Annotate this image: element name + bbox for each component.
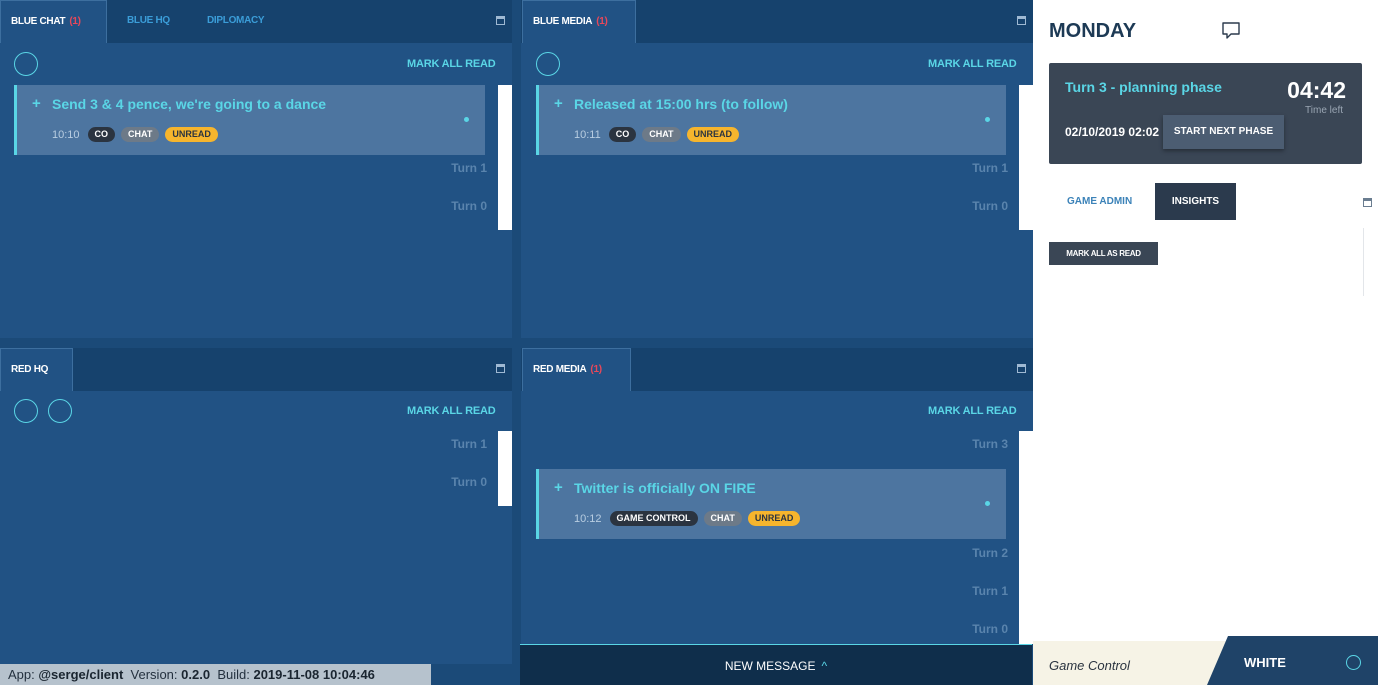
tab-red-media[interactable]: RED MEDIA (1): [522, 348, 631, 391]
type-badge: CHAT: [703, 511, 742, 526]
unread-count: (1): [590, 364, 602, 375]
app-name: @serge/client: [38, 667, 124, 682]
phase-panel: Turn 3 - planning phase 04:42 Time left …: [1049, 63, 1362, 164]
minimize-icon[interactable]: [496, 364, 505, 373]
minimize-icon[interactable]: [1363, 198, 1372, 207]
expand-icon[interactable]: +: [554, 479, 563, 496]
type-badge: CHAT: [642, 127, 681, 142]
blue-media-panel: BLUE MEDIA (1) MARK ALL READ + Released a…: [521, 0, 1033, 338]
tab-blue-hq[interactable]: BLUE HQ: [117, 0, 180, 43]
force-name-area: Game Control: [1033, 641, 1233, 685]
scroll-divider: [1363, 228, 1364, 296]
role-filter-icon[interactable]: [14, 399, 38, 423]
role-selector[interactable]: WHITE: [1207, 636, 1378, 685]
sender-badge: GAME CONTROL: [609, 511, 698, 526]
message-title: Released at 15:00 hrs (to follow): [574, 96, 788, 112]
message-item[interactable]: + Send 3 & 4 pence, we're going to a dan…: [14, 85, 485, 155]
message-time: 10:10: [52, 128, 80, 141]
new-message-label: NEW MESSAGE: [724, 659, 816, 673]
start-next-phase-button[interactable]: START NEXT PHASE: [1163, 115, 1284, 149]
turn-marker: Turn 2: [972, 546, 1008, 560]
chat-bubble-icon[interactable]: [1221, 21, 1241, 41]
type-badge: CHAT: [121, 127, 160, 142]
mark-all-read-link[interactable]: MARK ALL READ: [407, 405, 496, 417]
minimize-icon[interactable]: [1017, 16, 1026, 25]
tab-bar: [0, 348, 512, 391]
tab-game-admin[interactable]: GAME ADMIN: [1055, 183, 1144, 220]
tab-diplomacy[interactable]: DIPLOMACY: [197, 0, 274, 43]
sender-badge: CO: [87, 127, 116, 142]
message-meta: 10:12 GAME CONTROL CHAT UNREAD: [574, 511, 801, 526]
turn-marker: Turn 0: [451, 199, 487, 213]
unread-dot-icon: [464, 117, 469, 122]
role-filter-icon[interactable]: [536, 52, 560, 76]
turn-marker: Turn 1: [972, 584, 1008, 598]
scrollbar[interactable]: [498, 431, 512, 506]
turn-marker: Turn 0: [451, 475, 487, 489]
minimize-icon[interactable]: [496, 16, 505, 25]
blue-chat-panel: BLUE CHAT (1) BLUE HQ DIPLOMACY MARK ALL …: [0, 0, 512, 338]
red-hq-panel: RED HQ MARK ALL READ Turn 1 Turn 0: [0, 348, 512, 664]
unread-badge: UNREAD: [165, 127, 218, 142]
role-icon: [1346, 655, 1361, 670]
turn-marker: Turn 3: [972, 437, 1008, 451]
game-date: 02/10/2019 02:02: [1065, 125, 1160, 139]
tab-red-hq[interactable]: RED HQ: [0, 348, 73, 391]
mark-all-read-link[interactable]: MARK ALL READ: [928, 58, 1017, 70]
time-left-value: 04:42: [1287, 77, 1346, 103]
scrollbar[interactable]: [1019, 85, 1033, 230]
force-name: Game Control: [1049, 658, 1130, 673]
message-meta: 10:10 CO CHAT UNREAD: [52, 127, 218, 142]
turn-marker: Turn 1: [451, 437, 487, 451]
unread-dot-icon: [985, 501, 990, 506]
message-time: 10:11: [574, 128, 601, 141]
turn-marker: Turn 1: [972, 161, 1008, 175]
message-title: Send 3 & 4 pence, we're going to a dance: [52, 96, 327, 112]
tab-blue-chat[interactable]: BLUE CHAT (1): [0, 0, 107, 43]
game-day: MONDAY: [1049, 20, 1137, 42]
chevron-up-icon: ^: [821, 659, 828, 673]
role-filter-icon[interactable]: [48, 399, 72, 423]
unread-count: (1): [596, 16, 608, 27]
message-time: 10:12: [574, 512, 602, 525]
turn-marker: Turn 0: [972, 199, 1008, 213]
mark-all-as-read-button[interactable]: MARK ALL AS READ: [1049, 242, 1158, 265]
minimize-icon[interactable]: [1017, 364, 1026, 373]
unread-dot-icon: [985, 117, 990, 122]
red-media-panel: RED MEDIA (1) MARK ALL READ Turn 3 + Twit…: [521, 348, 1033, 644]
message-item[interactable]: + Twitter is officially ON FIRE 10:12 GA…: [536, 469, 1006, 539]
role-filter-icon[interactable]: [14, 52, 38, 76]
time-left-label: Time left: [1305, 105, 1343, 116]
message-meta: 10:11 CO CHAT UNREAD: [574, 127, 740, 142]
mark-all-read-link[interactable]: MARK ALL READ: [407, 58, 496, 70]
scrollbar[interactable]: [498, 85, 512, 230]
unread-badge: UNREAD: [747, 511, 801, 526]
scrollbar[interactable]: [1019, 431, 1033, 644]
app-build: 2019-11-08 10:04:46: [253, 667, 375, 682]
role-name: WHITE: [1244, 655, 1286, 670]
unread-badge: UNREAD: [686, 127, 740, 142]
tab-insights[interactable]: INSIGHTS: [1155, 183, 1236, 220]
turn-marker: Turn 1: [451, 161, 487, 175]
app-version: 0.2.0: [181, 667, 211, 682]
new-message-button[interactable]: NEW MESSAGE ^: [520, 644, 1032, 685]
expand-icon[interactable]: +: [554, 95, 563, 112]
unread-count: (1): [69, 16, 81, 27]
turn-marker: Turn 0: [972, 622, 1008, 636]
expand-icon[interactable]: +: [32, 95, 41, 112]
game-sidebar: MONDAY Turn 3 - planning phase 04:42 Tim…: [1033, 0, 1378, 685]
message-item[interactable]: + Released at 15:00 hrs (to follow) 10:1…: [536, 85, 1006, 155]
version-bar: App: @serge/client Version: 0.2.0 Build:…: [0, 664, 431, 685]
phase-title: Turn 3 - planning phase: [1065, 79, 1222, 95]
mark-all-read-link[interactable]: MARK ALL READ: [928, 405, 1017, 417]
sender-badge: CO: [608, 127, 637, 142]
tab-blue-media[interactable]: BLUE MEDIA (1): [522, 0, 636, 43]
message-title: Twitter is officially ON FIRE: [574, 480, 756, 496]
